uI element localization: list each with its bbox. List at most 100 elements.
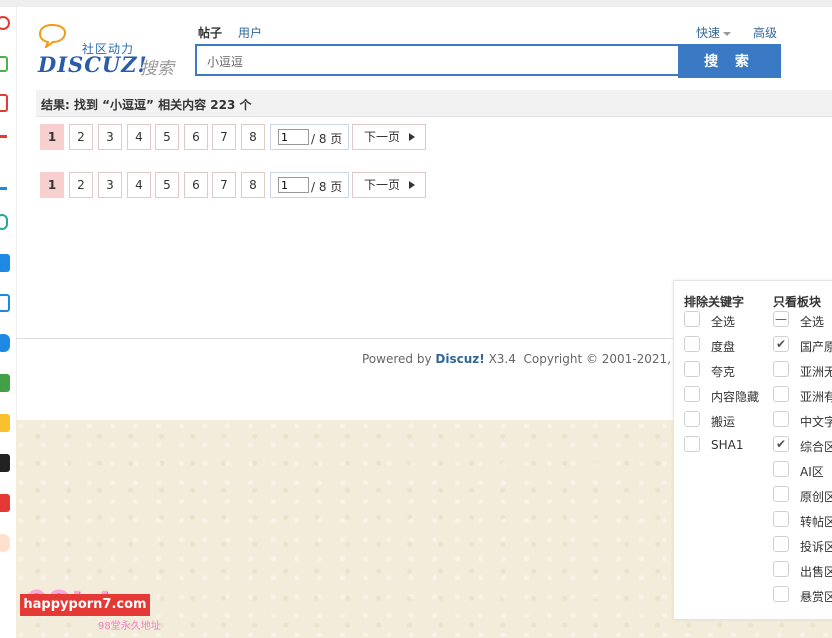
ad-banner[interactable]: 98t.tv happyporn7.com 98堂永久地址 [20, 583, 235, 633]
checkbox[interactable]: ✔ [773, 336, 789, 352]
page-link[interactable]: 5 [155, 124, 179, 150]
checkbox[interactable] [684, 336, 700, 352]
page-link[interactable]: 8 [241, 124, 265, 150]
sidebar-avatar-icon[interactable] [0, 534, 10, 552]
advanced-search-link[interactable]: 高级 [753, 24, 777, 41]
checkbox[interactable] [773, 486, 789, 502]
checkbox-label: 综合区 [800, 440, 832, 454]
checkbox[interactable] [773, 411, 789, 427]
sidebar-app-icon[interactable] [0, 175, 7, 190]
checkbox[interactable] [684, 411, 700, 427]
page-link[interactable]: 6 [184, 124, 208, 150]
checkbox[interactable] [773, 511, 789, 527]
tab-posts[interactable]: 帖子 [198, 24, 223, 46]
logo-search-word: 搜索 [140, 59, 174, 79]
sidebar-app-icon[interactable] [0, 374, 10, 392]
sidebar-app-icon[interactable] [0, 334, 10, 352]
page-total: / 8 页 [311, 132, 343, 146]
next-page-label: 下一页 [364, 178, 401, 192]
page-jump-input[interactable] [278, 129, 309, 145]
page-link-current[interactable]: 1 [40, 124, 64, 150]
page-link-current[interactable]: 1 [40, 172, 64, 198]
checkbox[interactable] [684, 361, 700, 377]
search-box [195, 44, 678, 76]
checkbox[interactable] [684, 386, 700, 402]
page-link[interactable]: 4 [127, 124, 151, 150]
checkbox-label: 国产原 [800, 340, 832, 354]
page-link[interactable]: 4 [127, 172, 151, 198]
arrow-right-icon [409, 181, 415, 189]
footer-version: X3.4 [488, 352, 516, 366]
checkbox-label: 原创区 [800, 490, 832, 504]
checkbox-label: 亚洲有 [800, 390, 832, 404]
footer-brand-link[interactable]: Discuz! [435, 352, 484, 366]
checkbox[interactable] [773, 586, 789, 602]
checkbox-label: 全选 [800, 315, 825, 329]
ad-tag: happyporn7.com [20, 594, 150, 616]
page-link[interactable]: 3 [98, 172, 122, 198]
page-jump: / 8 页 [270, 124, 349, 150]
checkbox[interactable] [773, 461, 789, 477]
checkbox-label: 亚洲无 [800, 365, 832, 379]
page-total: / 8 页 [311, 180, 343, 194]
checkbox-label: AI区 [800, 465, 824, 479]
sidebar-app-icon[interactable] [0, 214, 8, 230]
checkbox-label: 中文字 [800, 415, 832, 429]
search-input[interactable] [205, 47, 669, 75]
filter-panel: 排除关键字 只看板块 全选 度盘 夸克 内容隐藏 搬运 SHA1 — 全选 ✔ 国产原 亚洲无 亚洲有… [673, 280, 832, 620]
footer: Powered by Discuz! X3.4 Copyright © 2001… [362, 352, 709, 366]
exclude-keyword-heading: 排除关键字 [684, 295, 745, 309]
page-link[interactable]: 7 [212, 124, 236, 150]
checkbox-label: SHA1 [711, 438, 744, 452]
page-link[interactable]: 2 [69, 172, 93, 198]
next-page-button[interactable]: 下一页 [352, 172, 426, 198]
quick-label: 快速 [696, 26, 721, 40]
page-link[interactable]: 6 [184, 172, 208, 198]
result-summary: 结果: 找到 “小逗逗” 相关内容 223 个 [41, 98, 252, 112]
sidebar-app-icon[interactable] [0, 414, 10, 432]
checkbox[interactable]: ✔ [773, 436, 789, 452]
checkbox[interactable] [773, 561, 789, 577]
logo-brand: DISCUZ! [38, 52, 148, 77]
speech-bubble-icon [38, 23, 67, 48]
sidebar-app-icon[interactable] [0, 56, 8, 72]
quick-menu[interactable]: 快速 [696, 24, 732, 41]
checkbox-label: 出售区 [800, 565, 832, 579]
sidebar-app-icon[interactable] [0, 94, 8, 112]
footer-powered: Powered by [362, 352, 432, 366]
next-page-button[interactable]: 下一页 [352, 124, 426, 150]
checkbox-label: 悬赏区 [800, 590, 832, 604]
page-link[interactable]: 2 [69, 124, 93, 150]
page-jump-input[interactable] [278, 177, 309, 193]
page-jump: / 8 页 [270, 172, 349, 198]
ad-subtitle: 98堂永久地址 [98, 621, 161, 632]
sidebar-app-icon[interactable] [0, 16, 10, 30]
page-link[interactable]: 5 [155, 172, 179, 198]
result-bar: 结果: 找到 “小逗逗” 相关内容 223 个 [36, 90, 832, 117]
checkbox[interactable]: — [773, 311, 789, 327]
tab-users[interactable]: 用户 [238, 24, 262, 41]
sidebar-app-icon[interactable] [0, 494, 10, 512]
sidebar-app-icon[interactable] [0, 254, 10, 272]
sidebar-app-icon[interactable] [0, 454, 10, 472]
checkbox[interactable] [773, 361, 789, 377]
checkbox[interactable] [684, 311, 700, 327]
checkbox-label: 搬运 [711, 415, 736, 429]
sidebar-app-icon[interactable] [0, 294, 10, 312]
checkbox[interactable] [684, 436, 700, 452]
checkbox-label: 投诉区 [800, 540, 832, 554]
next-page-label: 下一页 [364, 130, 401, 144]
checkbox[interactable] [773, 536, 789, 552]
checkbox-label: 度盘 [711, 340, 736, 354]
arrow-right-icon [409, 133, 415, 141]
page-link[interactable]: 3 [98, 124, 122, 150]
top-strip [0, 0, 832, 7]
sidebar-app-icon[interactable] [0, 135, 7, 148]
search-button[interactable]: 搜 索 [678, 44, 781, 78]
checkbox-label: 转帖区 [800, 515, 832, 529]
page-link[interactable]: 8 [241, 172, 265, 198]
checkbox[interactable] [773, 386, 789, 402]
browser-sidebar [0, 7, 17, 638]
page-link[interactable]: 7 [212, 172, 236, 198]
checkbox-label: 全选 [711, 315, 736, 329]
